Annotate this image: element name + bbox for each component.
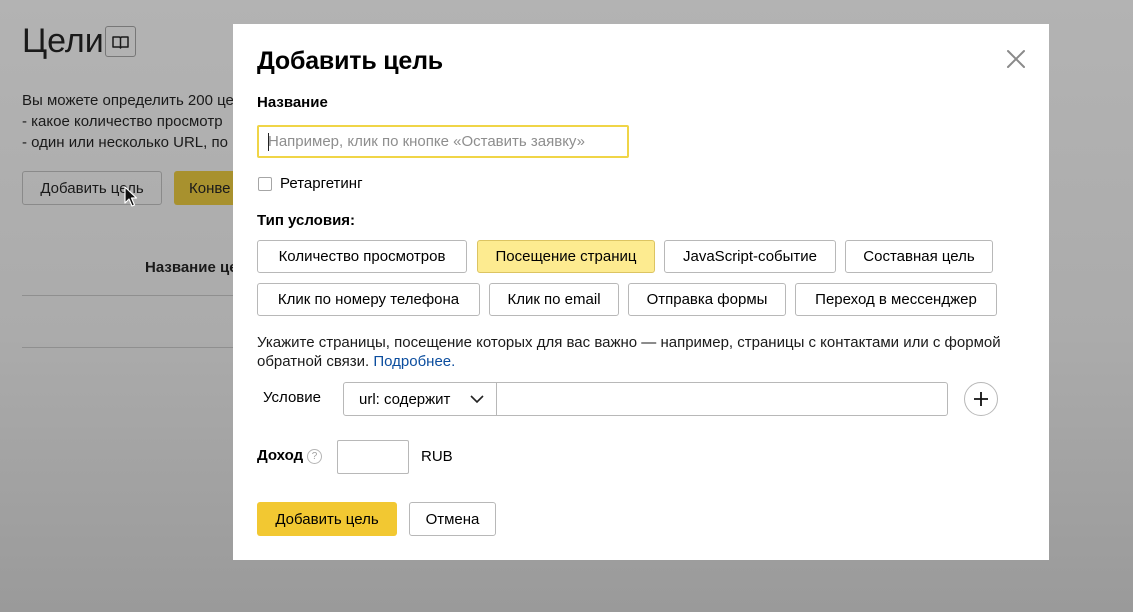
description-line: - какое количество просмотр — [22, 113, 223, 130]
condition-type-form-submit[interactable]: Отправка формы — [628, 283, 786, 316]
table-divider — [22, 295, 237, 296]
retargeting-checkbox[interactable] — [258, 177, 272, 191]
description-line: - один или несколько URL, по — [22, 134, 228, 151]
text-caret — [268, 133, 269, 151]
condition-value-input[interactable] — [496, 382, 948, 416]
condition-type-email-click[interactable]: Клик по email — [489, 283, 619, 316]
income-input[interactable] — [337, 440, 409, 474]
condition-type-views[interactable]: Количество просмотров — [257, 240, 467, 273]
description-line: Вы можете определить 200 це — [22, 92, 234, 109]
add-condition-button[interactable] — [964, 382, 998, 416]
help-icon[interactable]: ? — [307, 449, 322, 464]
submit-add-goal-button[interactable]: Добавить цель — [257, 502, 397, 536]
condition-type-phone-click[interactable]: Клик по номеру телефона — [257, 283, 480, 316]
close-icon[interactable] — [1005, 48, 1027, 70]
mouse-cursor-icon — [124, 186, 138, 207]
hint-text: Укажите страницы, посещение которых для … — [257, 334, 1001, 370]
book-icon[interactable] — [105, 26, 136, 57]
add-goal-button[interactable]: Добавить цель — [22, 171, 162, 205]
cancel-button[interactable]: Отмена — [409, 502, 496, 536]
condition-type-composite[interactable]: Составная цель — [845, 240, 993, 273]
retargeting-label[interactable]: Ретаргетинг — [280, 175, 363, 192]
chevron-down-icon — [470, 395, 484, 404]
condition-type-label: Тип условия: — [257, 212, 356, 229]
condition-operator-select[interactable]: url: содержит — [343, 382, 497, 416]
modal-title: Добавить цель — [257, 47, 443, 75]
table-divider — [22, 347, 237, 348]
table-column-header: Название це — [145, 259, 238, 276]
page-description: Вы можете определить 200 це - какое коли… — [22, 90, 234, 153]
condition-label: Условие — [263, 389, 321, 406]
currency-label: RUB — [421, 448, 453, 465]
condition-type-page-visit[interactable]: Посещение страниц — [477, 240, 655, 273]
condition-operator-value: url: содержит — [359, 390, 451, 408]
name-label: Название — [257, 94, 328, 111]
condition-type-messenger[interactable]: Переход в мессенджер — [795, 283, 997, 316]
page-title: Цели — [22, 22, 104, 60]
goal-name-input[interactable] — [257, 125, 629, 158]
add-goal-modal: Добавить цель Название Ретаргетинг Тип у… — [233, 24, 1049, 560]
condition-type-js-event[interactable]: JavaScript-событие — [664, 240, 836, 273]
plus-icon — [974, 392, 988, 406]
condition-hint: Укажите страницы, посещение которых для … — [257, 333, 1037, 371]
income-label: Доход — [257, 447, 304, 464]
learn-more-link[interactable]: Подробнее. — [373, 353, 455, 370]
